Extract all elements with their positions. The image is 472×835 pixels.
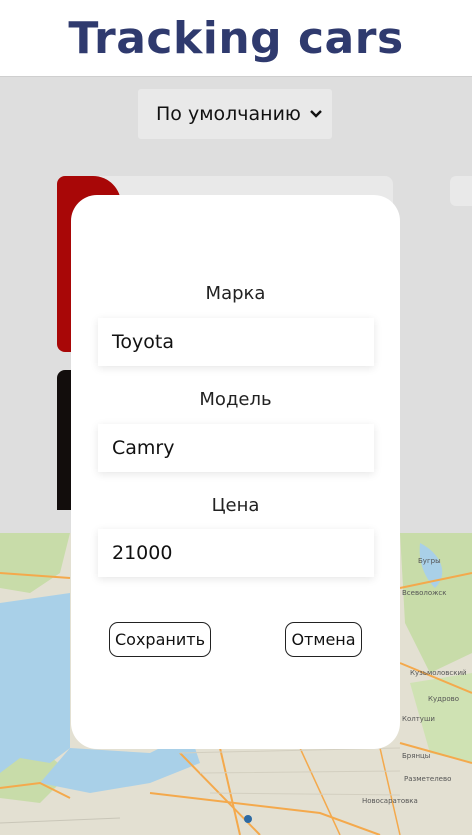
map-place-label: Бугры: [418, 557, 441, 565]
map-place-label: Колтуши: [402, 715, 435, 723]
price-label: Цена: [211, 495, 260, 516]
map-place-label: Разметелево: [404, 775, 451, 783]
sort-select[interactable]: По умолчанию: [138, 89, 332, 139]
map-place-label: Брянцы: [402, 752, 430, 760]
chevron-down-icon: [310, 106, 322, 122]
cancel-button[interactable]: Отмена: [285, 622, 362, 657]
app-header: Tracking cars: [0, 0, 472, 77]
sort-select-value: По умолчанию: [156, 103, 301, 125]
map-place-label: Кузьмоловский: [410, 669, 467, 677]
map-place-label: Кудрово: [428, 695, 459, 703]
map-place-label: Новосаратовка: [362, 797, 418, 805]
model-label: Модель: [199, 389, 272, 410]
edit-car-modal: Марка Toyota Модель Camry Цена 21000 Сох…: [71, 195, 400, 749]
brand-label: Марка: [205, 283, 266, 304]
map-place-label: Всеволожск: [402, 589, 447, 597]
save-button[interactable]: Сохранить: [109, 622, 211, 657]
brand-input[interactable]: Toyota: [98, 318, 374, 366]
page-title: Tracking cars: [68, 12, 404, 64]
card-edge: [450, 176, 472, 206]
price-input[interactable]: 21000: [98, 529, 374, 577]
model-input[interactable]: Camry: [98, 424, 374, 472]
